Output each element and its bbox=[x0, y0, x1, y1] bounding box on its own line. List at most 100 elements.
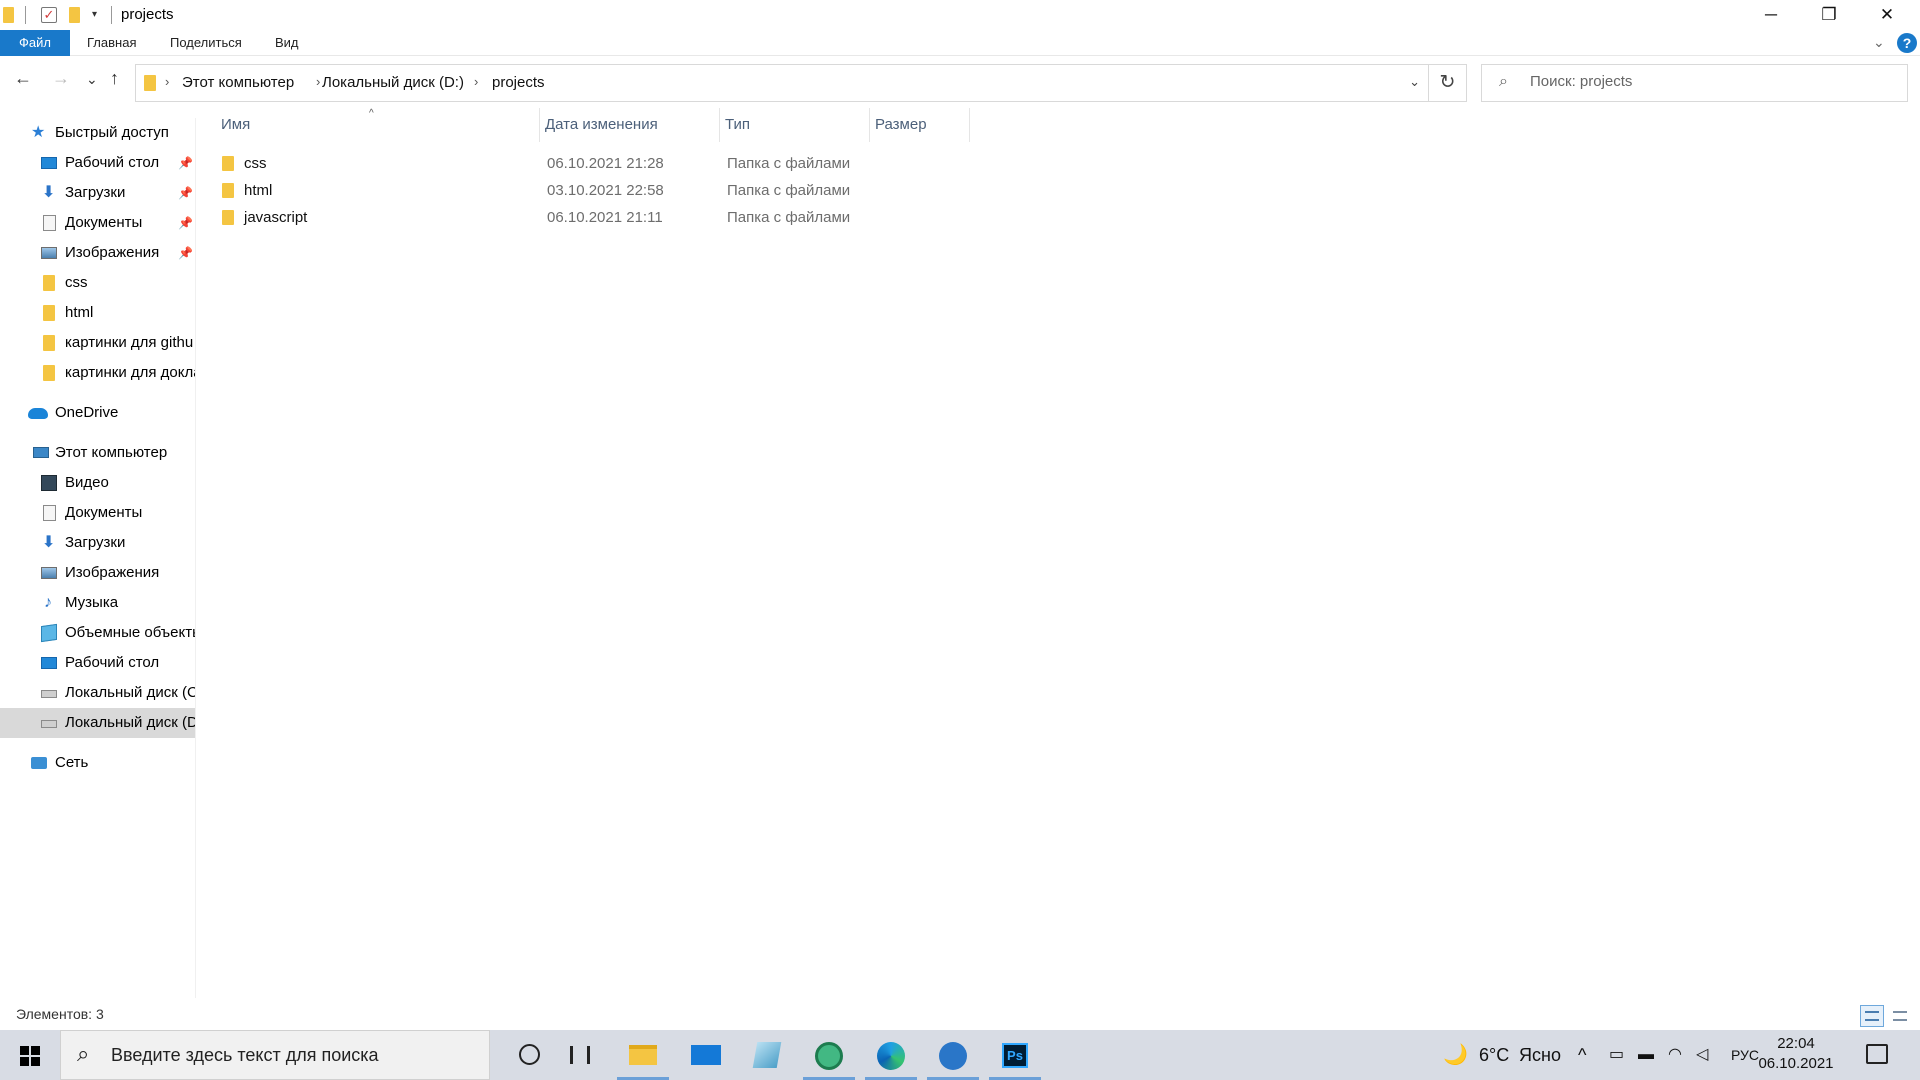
taskbar-app-photoshop[interactable]: Ps bbox=[985, 1030, 1045, 1080]
properties-icon[interactable]: ✓ bbox=[41, 7, 57, 23]
column-header-name[interactable]: Имя bbox=[197, 108, 539, 142]
nav-pc-desktop[interactable]: Рабочий стол bbox=[0, 648, 195, 678]
nav-pc-video[interactable]: Видео bbox=[0, 468, 195, 498]
forward-button[interactable]: → bbox=[52, 68, 70, 89]
nav-quick-report-images[interactable]: картинки для докла bbox=[0, 358, 195, 388]
nav-onedrive[interactable]: OneDrive bbox=[0, 398, 195, 428]
tab-file[interactable]: Файл bbox=[0, 30, 70, 56]
taskbar-search-placeholder: Введите здесь текст для поиска bbox=[111, 1045, 379, 1065]
file-modified: 06.10.2021 21:11 bbox=[547, 209, 663, 226]
new-folder-icon[interactable] bbox=[69, 7, 80, 23]
recent-locations-button[interactable]: ⌄ bbox=[86, 71, 98, 88]
large-icons-view-icon bbox=[1893, 1011, 1907, 1021]
search-icon: ⌕ bbox=[1499, 73, 1508, 90]
battery-icon[interactable]: ▬ bbox=[1638, 1030, 1654, 1080]
nav-quick-documents[interactable]: Документы 📌 bbox=[0, 208, 195, 238]
nav-this-pc[interactable]: Этот компьютер bbox=[0, 438, 195, 468]
input-language[interactable]: РУС bbox=[1731, 1030, 1759, 1080]
separator bbox=[25, 6, 26, 24]
taskbar-app-thunderbird[interactable] bbox=[923, 1030, 983, 1080]
nav-label: html bbox=[65, 304, 94, 321]
windows-logo-icon bbox=[31, 1046, 40, 1055]
nav-pc-pictures[interactable]: Изображения bbox=[0, 558, 195, 588]
address-history-dropdown-icon[interactable]: ⌄ bbox=[1409, 74, 1420, 90]
breadcrumb-separator[interactable]: › bbox=[474, 74, 478, 89]
search-input[interactable] bbox=[1530, 73, 1890, 90]
volume-icon[interactable]: ◁ bbox=[1696, 1030, 1708, 1080]
nav-pc-downloads[interactable]: ⬇ Загрузки bbox=[0, 528, 195, 558]
breadcrumb-this-pc[interactable]: Этот компьютер bbox=[182, 74, 294, 91]
downloads-icon: ⬇ bbox=[42, 534, 56, 551]
nav-label: Документы bbox=[65, 504, 143, 521]
nav-label: Рабочий стол bbox=[65, 654, 160, 671]
weather-icon[interactable]: 🌙 bbox=[1443, 1030, 1468, 1080]
column-header-type[interactable]: Тип bbox=[701, 108, 841, 142]
taskbar-app-edge[interactable] bbox=[861, 1030, 921, 1080]
folder-icon bbox=[43, 275, 55, 291]
file-modified: 03.10.2021 22:58 bbox=[547, 182, 664, 199]
breadcrumb-separator[interactable]: › bbox=[165, 74, 169, 89]
nav-pc-drive-c[interactable]: Локальный диск (C:) bbox=[0, 678, 195, 708]
photoshop-icon: Ps bbox=[1002, 1043, 1028, 1068]
nav-quick-downloads[interactable]: ⬇ Загрузки 📌 bbox=[0, 178, 195, 208]
breadcrumb-drive-d[interactable]: Локальный диск (D:) bbox=[322, 74, 464, 91]
meet-now-icon[interactable]: ▭ bbox=[1609, 1030, 1624, 1080]
separator bbox=[111, 6, 112, 24]
nav-quick-html[interactable]: html bbox=[0, 298, 195, 328]
taskbar-app-file-explorer[interactable] bbox=[613, 1030, 673, 1080]
search-box[interactable]: ⌕ bbox=[1481, 64, 1908, 102]
nav-quick-pictures[interactable]: Изображения 📌 bbox=[0, 238, 195, 268]
tab-share[interactable]: Поделиться bbox=[156, 30, 256, 56]
weather-condition[interactable]: Ясно bbox=[1519, 1030, 1561, 1080]
ribbon-expand-icon[interactable]: ⌄ bbox=[1873, 34, 1885, 51]
weather-temp[interactable]: 6°C bbox=[1479, 1030, 1509, 1080]
details-view-button[interactable] bbox=[1860, 1005, 1884, 1027]
maximize-button[interactable]: ❐ bbox=[1800, 0, 1858, 30]
taskbar-app-mail[interactable] bbox=[676, 1030, 736, 1080]
address-bar[interactable]: › Этот компьютер › Локальный диск (D:) ›… bbox=[135, 64, 1429, 102]
notes-icon bbox=[752, 1042, 782, 1068]
clock[interactable]: 22:04 06.10.2021 bbox=[1756, 1034, 1836, 1074]
task-view-button[interactable] bbox=[551, 1030, 611, 1080]
help-icon[interactable]: ? bbox=[1897, 33, 1917, 53]
taskbar-app-notes[interactable] bbox=[737, 1030, 797, 1080]
nav-pc-drive-d[interactable]: Локальный диск (D:) bbox=[0, 708, 195, 738]
taskbar-app-atom[interactable] bbox=[799, 1030, 859, 1080]
file-row[interactable]: css 06.10.2021 21:28 Папка с файлами bbox=[220, 150, 1060, 177]
tab-home[interactable]: Главная bbox=[73, 30, 150, 56]
notification-center-icon[interactable] bbox=[1866, 1044, 1888, 1064]
column-divider[interactable] bbox=[969, 108, 970, 142]
wifi-icon[interactable]: ◠ bbox=[1668, 1030, 1682, 1080]
navigation-pane: ★ Быстрый доступ Рабочий стол 📌 ⬇ Загруз… bbox=[0, 118, 196, 998]
nav-pc-3d-objects[interactable]: Объемные объекты bbox=[0, 618, 195, 648]
nav-quick-css[interactable]: css bbox=[0, 268, 195, 298]
nav-quick-access[interactable]: ★ Быстрый доступ bbox=[0, 118, 195, 148]
breadcrumb-separator[interactable]: › bbox=[316, 74, 320, 89]
quick-access-dropdown-icon[interactable]: ▾ bbox=[92, 9, 97, 27]
folder-icon bbox=[43, 365, 55, 381]
show-hidden-icons-button[interactable]: ^ bbox=[1578, 1030, 1586, 1080]
nav-label: Загрузки bbox=[65, 534, 126, 551]
nav-quick-github-images[interactable]: картинки для githu bbox=[0, 328, 195, 358]
column-header-date[interactable]: Дата изменения bbox=[521, 108, 701, 142]
breadcrumb-projects[interactable]: projects bbox=[492, 74, 545, 91]
back-button[interactable]: ← bbox=[14, 68, 32, 89]
close-button[interactable]: ✕ bbox=[1858, 0, 1916, 30]
nav-pc-documents[interactable]: Документы bbox=[0, 498, 195, 528]
file-row[interactable]: javascript 06.10.2021 21:11 Папка с файл… bbox=[220, 204, 1060, 231]
minimize-button[interactable]: ─ bbox=[1742, 0, 1800, 30]
file-row[interactable]: html 03.10.2021 22:58 Папка с файлами bbox=[220, 177, 1060, 204]
nav-pc-music[interactable]: ♪ Музыка bbox=[0, 588, 195, 618]
large-icons-view-button[interactable] bbox=[1888, 1005, 1912, 1027]
taskbar-search-box[interactable]: ⌕ Введите здесь текст для поиска bbox=[60, 1030, 490, 1080]
start-button[interactable] bbox=[0, 1030, 60, 1080]
up-button[interactable]: ↑ bbox=[110, 68, 119, 89]
network-icon bbox=[31, 757, 47, 769]
refresh-button[interactable]: ↻ bbox=[1429, 64, 1467, 102]
nav-network[interactable]: Сеть bbox=[0, 748, 195, 778]
pin-icon: 📌 bbox=[178, 216, 193, 230]
tab-view[interactable]: Вид bbox=[261, 30, 313, 56]
nav-quick-desktop[interactable]: Рабочий стол 📌 bbox=[0, 148, 195, 178]
column-header-size[interactable]: Размер bbox=[851, 108, 971, 142]
nav-label: OneDrive bbox=[55, 404, 119, 421]
